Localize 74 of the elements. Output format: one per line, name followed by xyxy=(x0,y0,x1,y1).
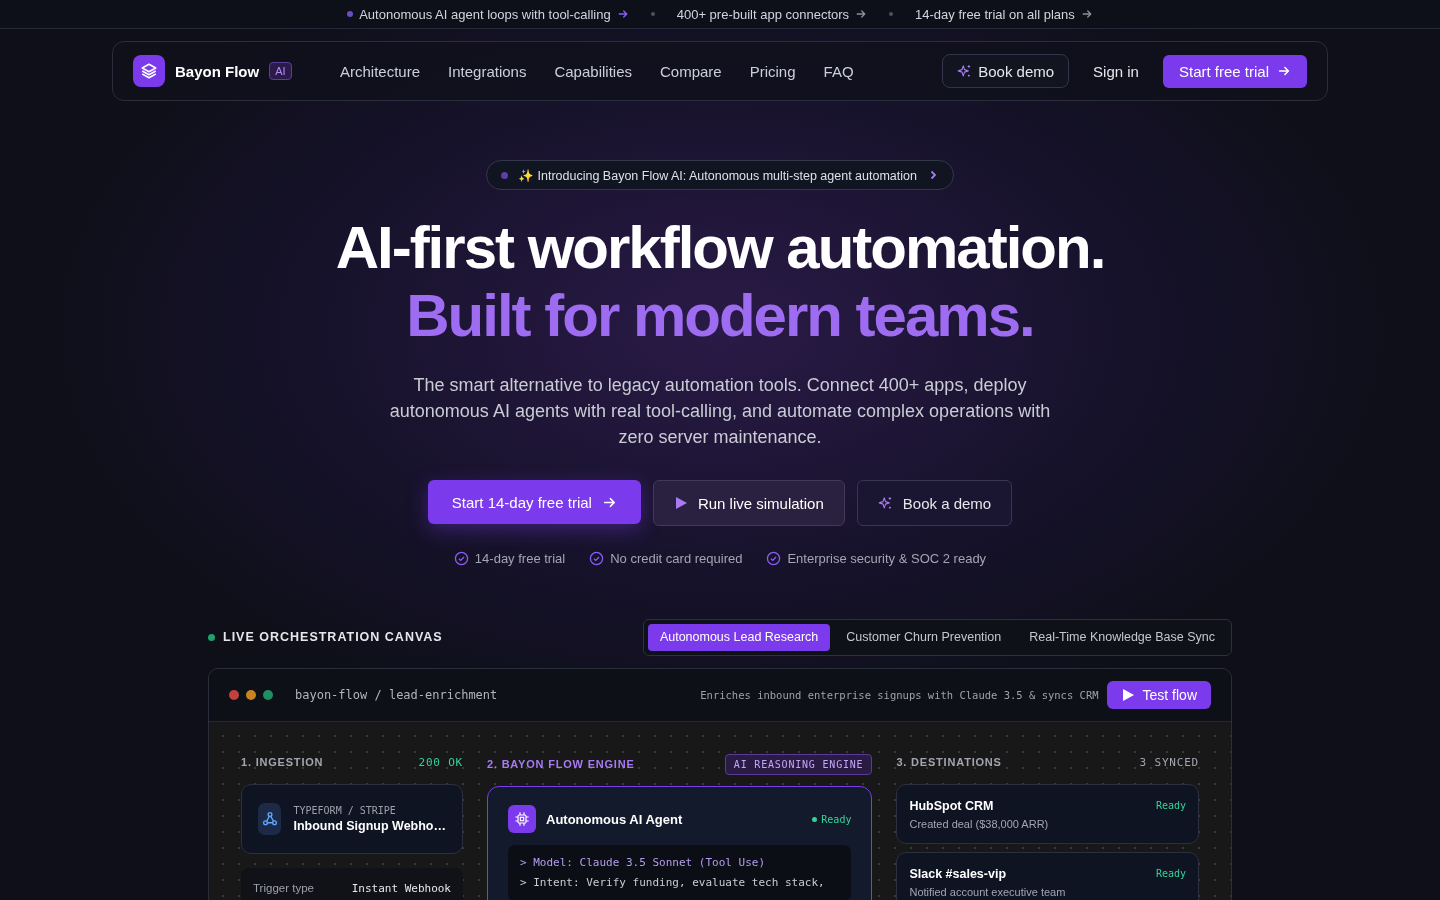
destination-name: HubSpot CRM xyxy=(909,798,994,813)
agent-name: Autonomous AI Agent xyxy=(546,811,683,827)
column-title: 1. INGESTION xyxy=(241,756,324,768)
section-title: LIVE ORCHESTRATION CANVAS xyxy=(223,630,443,644)
check-circle-icon xyxy=(453,551,469,566)
detail-label: Trigger type xyxy=(253,882,314,894)
play-icon xyxy=(1120,688,1135,702)
source-card[interactable]: TYPEFORM / STRIPE Inbound Signup Webho… xyxy=(241,784,463,854)
start-trial-button[interactable]: Start free trial xyxy=(1162,54,1307,88)
status-text: 200 OK xyxy=(418,755,463,769)
sign-in-link[interactable]: Sign in xyxy=(1081,62,1151,80)
status-text: Ready xyxy=(1155,800,1186,811)
arrow-icon xyxy=(1080,8,1093,20)
flow-description: Enriches inbound enterprise signups with Claude 3.5 & syncs CRM xyxy=(700,689,1099,701)
status-text: Ready xyxy=(1155,868,1186,879)
feature-text: 14-day free trial xyxy=(474,551,566,566)
check-circle-icon xyxy=(589,551,605,566)
nav-link[interactable]: Compare xyxy=(660,62,722,80)
hero-title: Built for modern teams. xyxy=(405,282,1035,350)
nav-link[interactable]: Integrations xyxy=(448,62,527,80)
sparkle-icon xyxy=(957,63,973,79)
minimize-dot xyxy=(246,690,256,700)
check-circle-icon xyxy=(766,551,782,566)
agent-card[interactable]: Autonomous AI Agent Ready > Model: Claude 3.5 Sonnet (Tool Use) > Intent: Verify funding, evaluate tech stack, xyxy=(487,786,873,900)
log-line: > Model: Claude 3.5 Sonnet (Tool Use) xyxy=(520,855,767,871)
sparkle-icon xyxy=(877,495,893,511)
webhook-icon xyxy=(258,803,282,835)
play-icon xyxy=(673,496,688,510)
brand-name[interactable]: Bayon Flow xyxy=(175,62,260,80)
arrow-icon xyxy=(616,8,629,20)
sync-count: 3 SYNCED xyxy=(1139,755,1199,769)
flow-path: bayon-flow / lead-enrichment xyxy=(295,688,498,702)
book-demo-button[interactable]: Book demo xyxy=(942,54,1070,88)
status-dot xyxy=(812,816,818,822)
announcement-link[interactable]: 400+ pre-built app connectors xyxy=(676,6,850,22)
hero-title: AI-first workflow automation. xyxy=(335,214,1105,282)
source-label: TYPEFORM / STRIPE xyxy=(293,805,397,816)
destination-card[interactable]: Slack #sales-vip Ready Notified account executive team xyxy=(896,852,1199,900)
nav-link[interactable]: Capabilities xyxy=(554,62,632,80)
destination-name: Slack #sales-vip xyxy=(909,866,1007,881)
feature-text: Enterprise security & SOC 2 ready xyxy=(787,551,987,566)
column-title: 3. DESTINATIONS xyxy=(896,756,1002,768)
hero-subtitle: The smart alternative to legacy automation tools. Connect 400+ apps, deploy autonomous AI agents with real tool-calling, and automate complex operations with zero server maintenance. xyxy=(388,374,1052,449)
brand-badge: AI xyxy=(269,62,292,80)
column-title: 2. BAYON FLOW ENGINE xyxy=(487,758,635,770)
chip-icon xyxy=(508,805,536,833)
simulation-button[interactable]: Run live simulation xyxy=(652,480,845,526)
maximize-dot xyxy=(263,690,273,700)
live-dot xyxy=(208,633,215,641)
destination-card[interactable]: HubSpot CRM Ready Created deal ($38,000 ARR) xyxy=(896,784,1199,844)
close-dot xyxy=(229,690,239,700)
announcement-link[interactable]: 14-day free trial on all plans xyxy=(915,6,1075,22)
announcement-badge[interactable]: ✨ Introducing Bayon Flow AI: Autonomous multi-step agent automation xyxy=(486,160,954,190)
detail-value: Instant Webhook xyxy=(351,881,451,895)
layers-icon xyxy=(133,55,165,87)
demo-button[interactable]: Book a demo xyxy=(856,480,1013,526)
tab[interactable]: Real-Time Knowledge Base Sync xyxy=(1017,623,1227,651)
arrow-icon xyxy=(855,8,868,20)
test-flow-button[interactable]: Test flow xyxy=(1106,681,1211,709)
tab[interactable]: Autonomous Lead Research xyxy=(647,623,831,651)
destination-detail: Notified account executive team xyxy=(909,885,1067,898)
tab[interactable]: Customer Churn Prevention xyxy=(834,623,1014,651)
log-line: > Intent: Verify funding, evaluate tech stack, xyxy=(520,875,826,891)
arrow-icon xyxy=(1277,64,1291,78)
start-trial-button[interactable]: Start 14-day free trial xyxy=(427,480,641,524)
announcement-link[interactable]: Autonomous AI agent loops with tool-calling xyxy=(359,6,611,22)
destination-detail: Created deal ($38,000 ARR) xyxy=(909,817,1050,830)
nav-link[interactable]: Architecture xyxy=(340,62,421,80)
source-name: Inbound Signup Webho… xyxy=(293,819,446,833)
nav-link[interactable]: FAQ xyxy=(823,62,854,80)
nav-link[interactable]: Pricing xyxy=(749,62,796,80)
feature-text: No credit card required xyxy=(610,551,743,566)
status-text: Ready xyxy=(821,813,852,825)
engine-tag: AI REASONING ENGINE xyxy=(724,753,873,775)
